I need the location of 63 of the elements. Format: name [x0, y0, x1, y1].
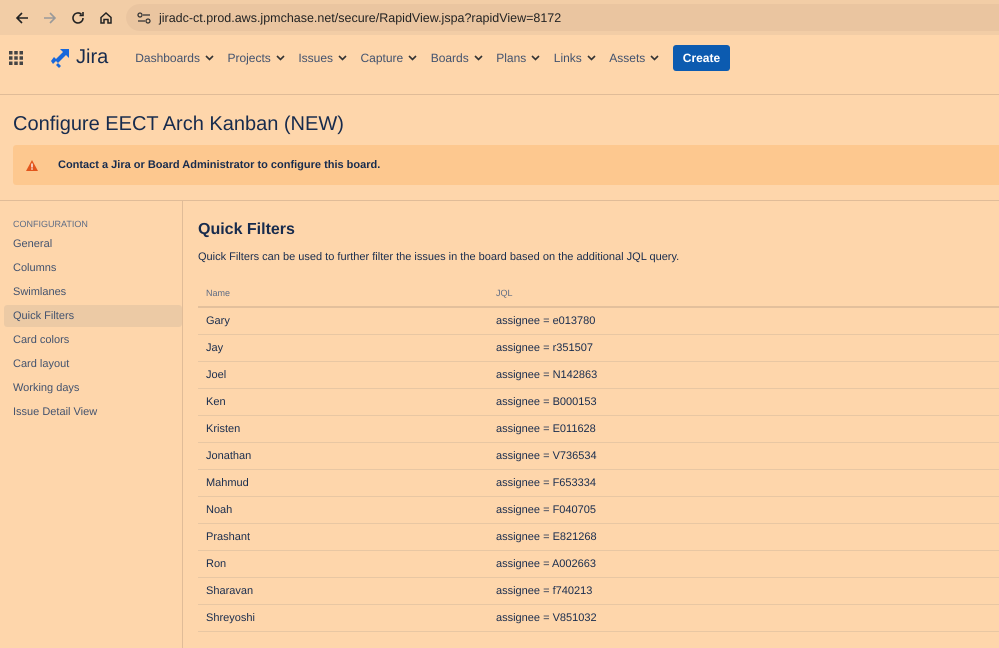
sidebar-item[interactable]: Swimlanes [4, 281, 182, 303]
table-cell: Gary [198, 307, 488, 334]
sidebar-item[interactable]: Card colors [4, 329, 182, 351]
product-name[interactable]: Jira [76, 46, 108, 69]
address-bar[interactable]: jiradc-ct.prod.aws.jpmchase.net/secure/RapidView.jspa?rapidView=8172 [126, 4, 999, 31]
table-cell: Shreyoshi [198, 604, 488, 632]
sidebar-item[interactable]: Issue Detail View [4, 401, 182, 423]
nav-menu[interactable]: Links [548, 46, 602, 68]
table-cell: assignee = E821268 [488, 524, 999, 550]
url-text: jiradc-ct.prod.aws.jpmchase.net/secure/RapidView.jspa?rapidView=8172 [159, 10, 562, 24]
table-cell: Prashant [198, 524, 488, 550]
caret-icon [474, 54, 483, 60]
table-cell: Ron [198, 550, 488, 578]
sidebar-item[interactable]: Columns [4, 257, 182, 279]
table-cell: Jonathan [198, 442, 488, 470]
table-cell: Mahmud [198, 470, 488, 496]
page-title: Configure EECT Arch Kanban (NEW) [13, 113, 345, 136]
sidebar-item[interactable]: General [4, 233, 182, 255]
table-cell: Sharavan [198, 578, 488, 604]
nav-menu[interactable]: Capture [354, 46, 424, 68]
sidebar-item[interactable]: Working days [4, 377, 182, 399]
table-cell: assignee = f740213 [488, 578, 999, 604]
table-cell: assignee = r351507 [488, 334, 999, 362]
table-cell: assignee = N142863 [488, 362, 999, 388]
nav-menu[interactable]: Plans [490, 46, 546, 68]
site-settings-icon[interactable] [137, 12, 151, 24]
create-button[interactable]: Create [672, 44, 730, 70]
section-description: Quick Filters can be used to further filter the issues in the board based on the additional JQL query. [198, 251, 680, 263]
jira-logo-icon[interactable] [50, 48, 70, 68]
table-cell: Ken [198, 388, 488, 416]
caret-icon [650, 54, 660, 60]
sidebar-item[interactable]: Quick Filters [4, 305, 182, 327]
table-cell: assignee = V851032 [488, 604, 999, 632]
table-cell: Joel [198, 362, 488, 388]
nav-menu[interactable]: Boards [424, 46, 489, 68]
sidebar-item[interactable]: Card layout [4, 353, 182, 375]
table-cell: assignee = A002663 [488, 550, 999, 578]
sidebar-heading: CONFIGURATION [12, 219, 89, 229]
warning-message: Contact a Jira or Board Administrator to configure this board. [58, 159, 380, 171]
table-cell: assignee = B000153 [488, 388, 999, 416]
nav-menu[interactable]: Projects [221, 46, 291, 68]
column-header: Name [198, 282, 488, 307]
caret-icon [276, 54, 285, 60]
table-cell: Jay [198, 334, 488, 362]
nav-menu[interactable]: Assets [603, 46, 666, 68]
caret-icon [338, 54, 347, 60]
caret-icon [531, 54, 540, 60]
column-header: JQL [488, 282, 999, 307]
nav-menu[interactable]: Dashboards [129, 46, 220, 68]
table-cell: assignee = F040705 [488, 496, 999, 524]
caret-icon [586, 54, 596, 60]
table-cell: assignee = E011628 [488, 416, 999, 442]
table-cell: Kristen [198, 416, 488, 442]
section-title: Quick Filters [198, 221, 296, 239]
app-switcher-icon[interactable] [9, 50, 23, 64]
table-cell: assignee = e013780 [488, 307, 999, 334]
table-cell: assignee = V736534 [488, 442, 999, 470]
caret-icon [204, 54, 214, 60]
nav-menu[interactable]: Issues [292, 46, 353, 68]
table-cell: assignee = F653334 [488, 470, 999, 496]
caret-icon [408, 54, 418, 60]
warning-icon [26, 160, 38, 170]
table-cell: Noah [198, 496, 488, 524]
